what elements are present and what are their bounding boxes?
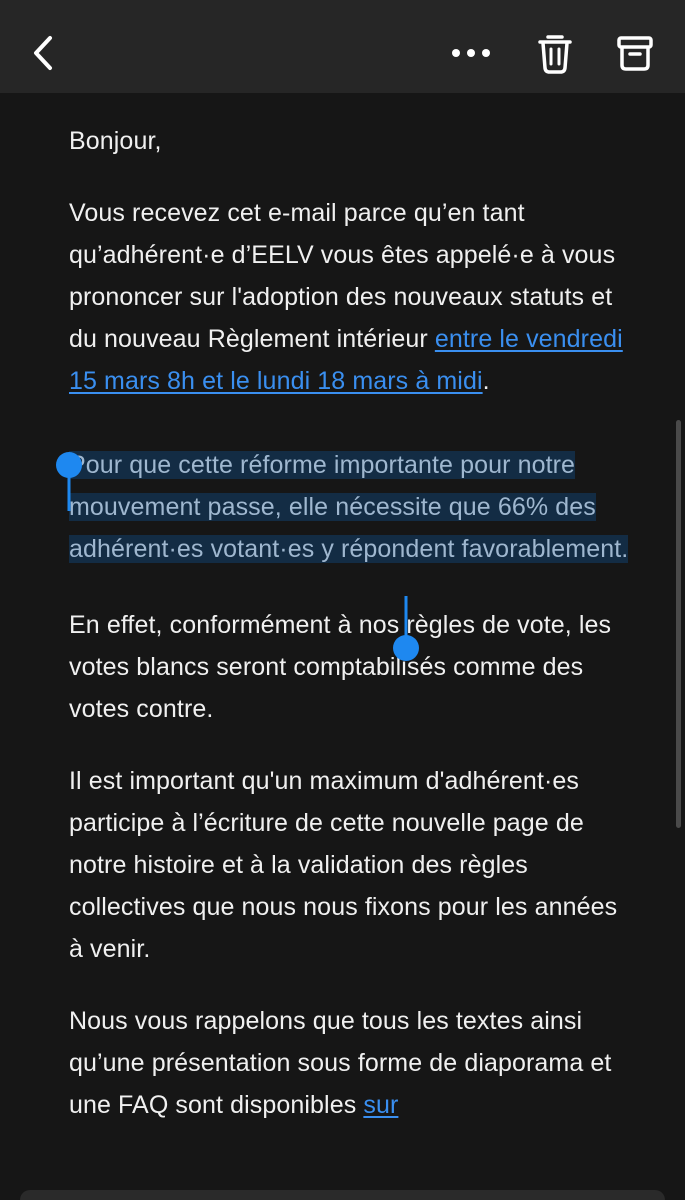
email-paragraph-participation: Il est important qu'un maximum d'adhéren… xyxy=(69,767,618,963)
ellipsis-icon[interactable] xyxy=(446,30,496,76)
selected-text[interactable]: Pour que cette réforme importante pour n… xyxy=(69,451,629,563)
email-paragraph-selected[interactable]: Pour que cette réforme importante pour n… xyxy=(69,444,629,570)
email-paragraph-documents: Nous vous rappelons que tous les textes … xyxy=(69,1000,629,1126)
archive-box-icon[interactable] xyxy=(610,28,660,78)
trash-icon[interactable] xyxy=(530,28,580,78)
documents-link[interactable]: sur xyxy=(363,1091,398,1119)
paragraph-end: . xyxy=(482,367,490,395)
email-paragraph-intro: Vous recevez cet e-mail parce qu’en tant… xyxy=(69,192,629,402)
top-toolbar xyxy=(0,0,685,93)
scrollbar[interactable] xyxy=(676,420,681,828)
email-greeting: Bonjour, xyxy=(69,127,162,155)
paragraph-text: Nous vous rappelons que tous les textes … xyxy=(69,1007,612,1119)
bottom-sheet-edge xyxy=(20,1190,665,1200)
selection-start-handle[interactable] xyxy=(55,451,83,511)
email-body: Bonjour, Vous recevez cet e-mail parce q… xyxy=(69,120,629,1126)
selection-end-handle[interactable] xyxy=(391,596,421,662)
chevron-left-icon[interactable] xyxy=(22,30,66,76)
mail-reader-screen: Bonjour, Vous recevez cet e-mail parce q… xyxy=(0,0,685,1200)
email-paragraph-vote-rules: En effet, conformément à nos règles de v… xyxy=(69,611,612,723)
